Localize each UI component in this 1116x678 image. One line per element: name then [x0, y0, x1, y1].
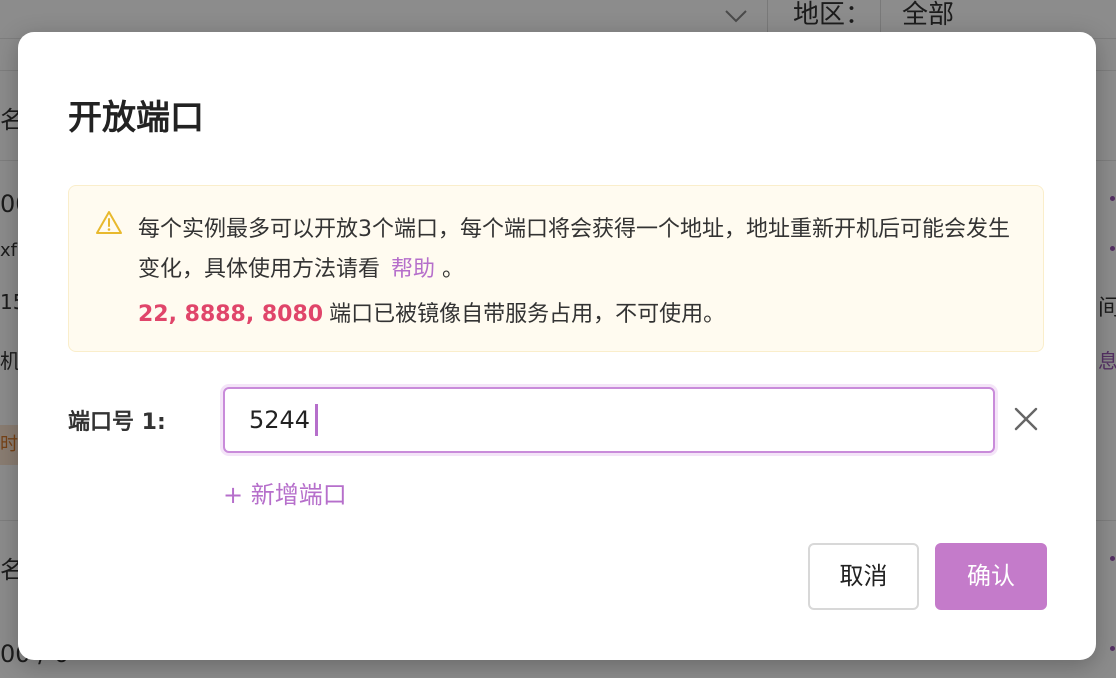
- port-field-label: 端口号 1:: [68, 410, 166, 435]
- occupied-ports-note: 22, 8888, 8080 端口已被镜像自带服务占用，不可使用。: [138, 296, 725, 328]
- dialog-title: 开放端口: [68, 98, 204, 138]
- warning-alert: 每个实例最多可以开放3个端口，每个端口将会获得一个地址，地址重新开机后可能会发生…: [68, 185, 1044, 352]
- alert-trailing: 。: [442, 257, 465, 282]
- confirm-button[interactable]: 确认: [935, 543, 1047, 610]
- warning-triangle-icon: [96, 211, 122, 234]
- occupied-ports: 22, 8888, 8080: [138, 302, 324, 327]
- open-port-dialog: 开放端口 每个实例最多可以开放3个端口，每个端口将会获得一个地址，地址重新开机后…: [18, 32, 1096, 660]
- port-input[interactable]: [223, 387, 995, 453]
- close-icon[interactable]: [1013, 406, 1039, 432]
- add-port-button[interactable]: + 新增端口: [223, 475, 347, 510]
- occupied-ports-text: 端口已被镜像自带服务占用，不可使用。: [329, 302, 726, 327]
- help-link[interactable]: 帮助: [391, 257, 435, 282]
- cancel-button[interactable]: 取消: [808, 543, 919, 610]
- alert-text: 每个实例最多可以开放3个端口，每个端口将会获得一个地址，地址重新开机后可能会发生…: [138, 217, 1010, 282]
- text-caret: [315, 404, 318, 436]
- alert-message: 每个实例最多可以开放3个端口，每个端口将会获得一个地址，地址重新开机后可能会发生…: [138, 210, 1028, 290]
